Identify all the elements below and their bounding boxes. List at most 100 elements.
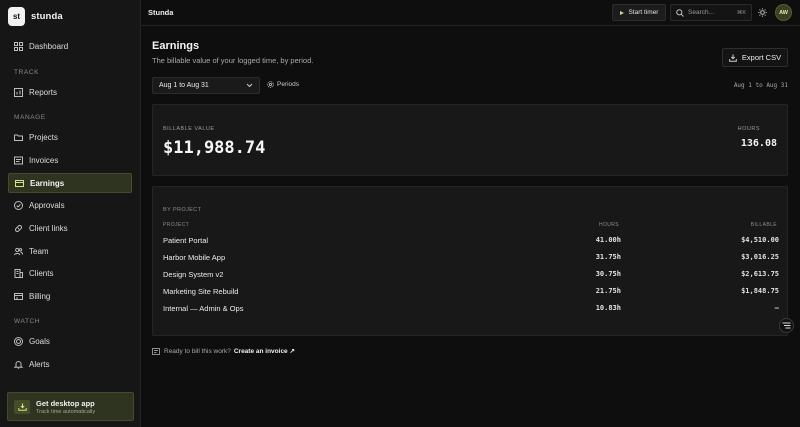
billable-value-caption: BILLABLE VALUE — [163, 126, 215, 132]
target-icon — [14, 336, 23, 346]
download-icon — [729, 54, 737, 62]
gear-icon — [267, 81, 274, 88]
theme-toggle-button[interactable] — [757, 7, 768, 18]
date-range-value: Aug 1 to Aug 31 — [159, 82, 209, 89]
periods-button[interactable]: Periods — [267, 81, 299, 88]
start-timer-label: Start timer — [628, 9, 659, 16]
section-label-manage: MANAGE — [14, 114, 46, 121]
search-input[interactable]: Search... ⌘K — [670, 4, 752, 21]
project-billable: $3,016.25 — [741, 253, 779, 261]
project-hours: 41.00h — [595, 236, 621, 244]
sidebar-item-label: Billing — [29, 291, 51, 301]
sidebar-item-label: Dashboard — [29, 41, 69, 51]
project-billable: — — [774, 304, 779, 312]
message-icon — [782, 322, 791, 329]
sidebar-item-client-links[interactable]: Client links — [8, 218, 132, 238]
sidebar-item-team[interactable]: Team — [8, 241, 132, 261]
project-name: Design System v2 — [163, 270, 224, 279]
chevron-down-icon — [246, 83, 253, 88]
column-header-billable: BILLABLE — [750, 222, 777, 228]
search-icon — [676, 8, 684, 17]
avatar[interactable]: AW — [775, 4, 792, 21]
sidebar-item-reports[interactable]: Reports — [8, 82, 132, 102]
invoice-icon — [14, 156, 23, 165]
project-hours: 10.83h — [595, 304, 621, 312]
page-subtitle: The billable value of your logged time, … — [152, 56, 314, 65]
sidebar-item-projects[interactable]: Projects — [8, 127, 132, 147]
sidebar-item-label: Alerts — [29, 359, 50, 369]
project-name: Marketing Site Rebuild — [163, 287, 239, 296]
brand-logo: st — [8, 7, 25, 26]
sidebar-item-goals[interactable]: Goals — [8, 331, 132, 351]
export-csv-label: Export CSV — [741, 53, 782, 62]
sidebar-item-alerts[interactable]: Alerts — [8, 354, 132, 374]
bar-chart-icon — [14, 87, 23, 97]
table-row[interactable]: Patient Portal 41.00h $4,510.00 — [163, 236, 779, 248]
search-shortcut: ⌘K — [736, 9, 746, 16]
section-label-track: TRACK — [14, 69, 40, 76]
link-icon — [14, 224, 23, 233]
folder-icon — [14, 133, 23, 142]
grid-icon — [14, 41, 23, 51]
sidebar-item-label: Clients — [29, 268, 54, 278]
sidebar: st stunda Dashboard TRACK Reports MANAGE… — [0, 0, 141, 427]
sidebar-item-label: Earnings — [30, 178, 65, 188]
sidebar-item-earnings[interactable]: Earnings — [8, 173, 132, 193]
table-row[interactable]: Marketing Site Rebuild 21.75h $1,848.75 — [163, 287, 779, 299]
export-csv-button[interactable]: Export CSV — [722, 48, 788, 67]
topbar-title: Stunda — [148, 8, 174, 17]
sidebar-item-invoices[interactable]: Invoices — [8, 150, 132, 170]
check-circle-icon — [14, 200, 23, 210]
sidebar-item-label: Client links — [29, 223, 68, 233]
project-name: Patient Portal — [163, 236, 209, 245]
column-header-project: PROJECT — [163, 222, 190, 228]
feedback-handle-button[interactable] — [779, 318, 794, 333]
sidebar-item-approvals[interactable]: Approvals — [8, 195, 132, 215]
hours-value: 136.08 — [740, 138, 777, 149]
create-invoice-link[interactable]: Create an invoice ↗ — [234, 347, 295, 355]
users-icon — [14, 247, 23, 256]
sidebar-item-label: Reports — [29, 87, 58, 97]
promo-title: Get desktop app — [36, 398, 95, 408]
promo-subtitle: Track time automatically — [36, 408, 96, 415]
project-hours: 30.75h — [595, 270, 621, 278]
brand-name: stunda — [31, 11, 63, 22]
periods-label: Periods — [277, 81, 300, 88]
table-row[interactable]: Harbor Mobile App 31.75h $3,016.25 — [163, 253, 779, 265]
table-row[interactable]: Internal — Admin & Ops 10.83h — — [163, 304, 779, 316]
page-title: Earnings — [152, 40, 200, 52]
sidebar-item-label: Goals — [29, 336, 50, 346]
credit-card-icon — [14, 292, 23, 301]
play-icon — [619, 10, 624, 15]
sidebar-item-dashboard[interactable]: Dashboard — [8, 36, 132, 56]
brand[interactable]: st stunda — [8, 7, 63, 26]
bell-icon — [14, 360, 23, 369]
project-name: Internal — Admin & Ops — [163, 304, 244, 313]
table-row[interactable]: Design System v2 30.75h $2,613.75 — [163, 270, 779, 282]
desktop-app-promo[interactable]: Get desktop app Track time automatically — [7, 392, 134, 421]
sidebar-item-label: Invoices — [29, 155, 59, 165]
date-range-select[interactable]: Aug 1 to Aug 31 — [152, 77, 260, 94]
search-placeholder: Search... — [688, 9, 715, 16]
date-range-label: Aug 1 to Aug 31 — [733, 82, 788, 89]
topbar: Stunda Start timer Search... ⌘K AW — [141, 0, 800, 26]
by-project-caption: BY PROJECT — [163, 207, 202, 213]
wallet-icon — [15, 179, 24, 188]
project-billable: $2,613.75 — [741, 270, 779, 278]
project-billable: $1,848.75 — [741, 287, 779, 295]
project-hours: 31.75h — [595, 253, 621, 261]
by-project-table: BY PROJECT PROJECT HOURS BILLABLE Patien… — [152, 186, 788, 336]
invoice-prompt: Ready to bill this work? Create an invoi… — [152, 347, 295, 355]
start-timer-button[interactable]: Start timer — [612, 4, 666, 21]
sidebar-item-billing[interactable]: Billing — [8, 286, 132, 306]
sidebar-item-label: Team — [29, 246, 49, 256]
invoice-prompt-text: Ready to bill this work? — [164, 347, 231, 355]
sidebar-item-clients[interactable]: Clients — [8, 263, 132, 283]
building-icon — [14, 268, 23, 278]
billable-value: $11,988.74 — [163, 138, 266, 158]
project-billable: $4,510.00 — [741, 236, 779, 244]
project-name: Harbor Mobile App — [163, 253, 226, 262]
sun-icon — [758, 8, 767, 17]
column-header-hours: HOURS — [598, 222, 619, 228]
invoice-icon — [152, 347, 160, 355]
